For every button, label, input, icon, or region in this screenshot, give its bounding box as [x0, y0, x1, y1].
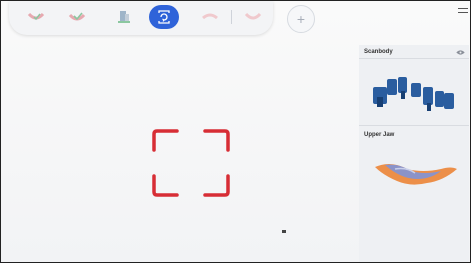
upper-jaw-icon[interactable]: [195, 5, 225, 29]
toolbar-separator: [231, 10, 232, 24]
cursor-icon: [282, 230, 286, 233]
panel-title-upper-jaw: Upper Jaw: [364, 132, 395, 138]
scan-focus-frame: [152, 129, 230, 197]
upper-jaw-thumbnail[interactable]: [371, 157, 459, 193]
scan-panel: Scanbody Upper Jaw: [359, 45, 469, 262]
panel-divider: [359, 125, 469, 126]
panel-divider: [359, 58, 469, 59]
scan-body-icon[interactable]: [109, 5, 139, 29]
add-scan-button[interactable]: +: [287, 5, 315, 33]
scanbody-thumbnail[interactable]: [371, 73, 457, 115]
panel-title-scanbody: Scanbody: [364, 49, 393, 55]
menu-icon[interactable]: [458, 8, 468, 16]
lower-jaw-icon[interactable]: [238, 5, 268, 29]
add-label: +: [296, 11, 306, 27]
viewport[interactable]: + Scanbody Upper Jaw: [0, 0, 471, 263]
rotate-scan-icon[interactable]: [149, 5, 179, 29]
lower-jaw-check-icon[interactable]: [21, 5, 51, 29]
eye-icon[interactable]: [456, 50, 465, 55]
upper-jaw-check-icon[interactable]: [62, 5, 92, 29]
scan-toolbar: [9, 1, 273, 35]
